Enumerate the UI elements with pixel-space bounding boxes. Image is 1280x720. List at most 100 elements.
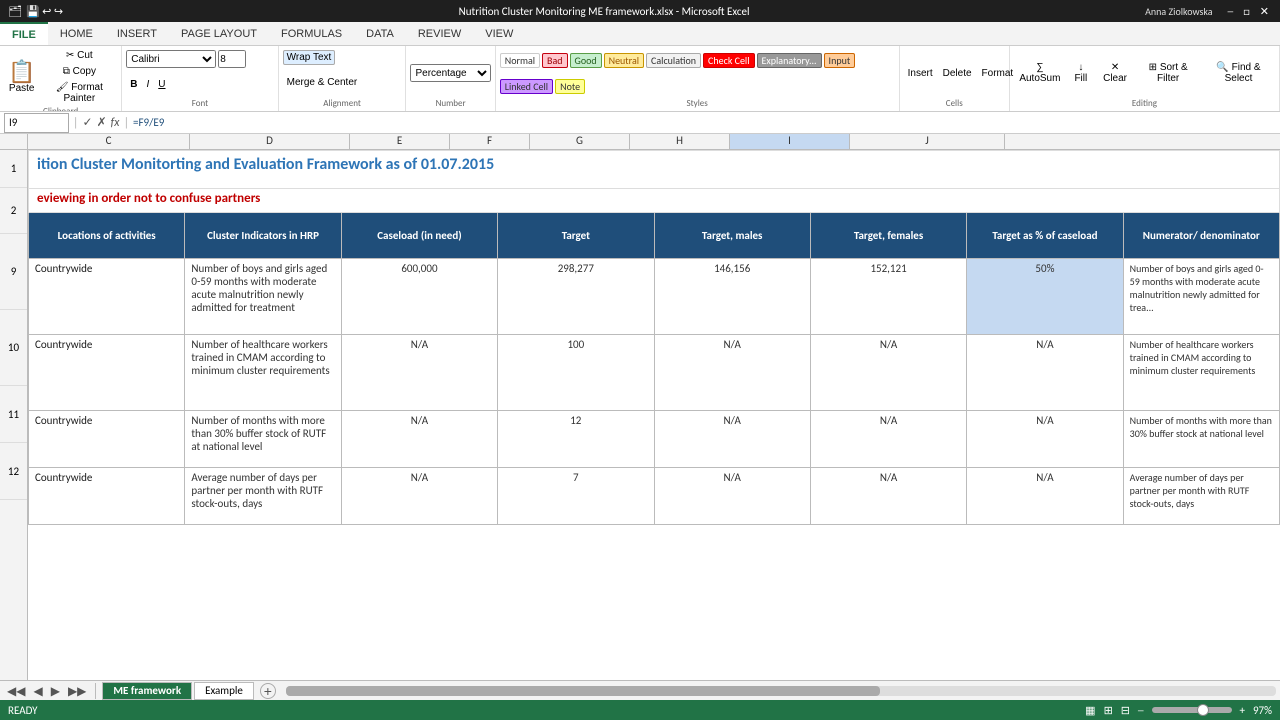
cell-target-3[interactable]: 12 bbox=[498, 411, 654, 468]
style-good[interactable]: Good bbox=[570, 53, 602, 68]
tab-view[interactable]: VIEW bbox=[473, 22, 525, 45]
formula-input[interactable] bbox=[133, 116, 1276, 129]
cell-location-4[interactable]: Countrywide bbox=[29, 468, 185, 525]
col-header-f[interactable]: F bbox=[450, 134, 530, 149]
formula-fx-icon[interactable]: fx bbox=[111, 116, 120, 130]
close-btn[interactable]: ✕ bbox=[1260, 5, 1269, 18]
col-header-d[interactable]: D bbox=[190, 134, 350, 149]
zoom-in-icon[interactable]: + bbox=[1240, 704, 1245, 717]
cell-numerator-2[interactable]: Number of healthcare workers trained in … bbox=[1123, 335, 1279, 411]
bold-button[interactable]: B bbox=[126, 77, 141, 92]
fill-button[interactable]: ↓ Fill bbox=[1068, 60, 1094, 86]
col-header-i[interactable]: I bbox=[730, 134, 850, 149]
cell-indicator-3[interactable]: Number of months with more than 30% buff… bbox=[185, 411, 341, 468]
col-header-e[interactable]: E bbox=[350, 134, 450, 149]
cell-indicator-4[interactable]: Average number of days per partner per m… bbox=[185, 468, 341, 525]
cell-target-males-1[interactable]: 146,156 bbox=[654, 259, 810, 335]
cell-target-females-2[interactable]: N/A bbox=[810, 335, 966, 411]
underline-button[interactable]: U bbox=[154, 77, 169, 92]
sheet-nav-next[interactable]: ▶ bbox=[48, 684, 63, 698]
cell-target-pct-4[interactable]: N/A bbox=[967, 468, 1123, 525]
style-explanatory[interactable]: Explanatory... bbox=[757, 53, 822, 68]
view-layout-icon[interactable]: ⊞ bbox=[1104, 704, 1113, 717]
sheet-nav-prev[interactable]: ◀ bbox=[30, 684, 45, 698]
tab-formulas[interactable]: FORMULAS bbox=[269, 22, 354, 45]
cell-numerator-1[interactable]: Number of boys and girls aged 0-59 month… bbox=[1123, 259, 1279, 335]
style-calculation[interactable]: Calculation bbox=[646, 53, 701, 68]
zoom-out-icon[interactable]: ─ bbox=[1138, 704, 1144, 717]
insert-button[interactable]: Insert bbox=[904, 66, 937, 81]
style-normal[interactable]: Normal bbox=[500, 53, 540, 68]
style-neutral[interactable]: Neutral bbox=[604, 53, 644, 68]
data-row-2[interactable]: Countrywide Number of healthcare workers… bbox=[29, 335, 1280, 411]
data-row-3[interactable]: Countrywide Number of months with more t… bbox=[29, 411, 1280, 468]
cell-location-2[interactable]: Countrywide bbox=[29, 335, 185, 411]
style-check-cell[interactable]: Check Cell bbox=[703, 53, 755, 68]
copy-button[interactable]: ⧉ Copy bbox=[41, 64, 117, 79]
tab-review[interactable]: REVIEW bbox=[406, 22, 473, 45]
format-painter-button[interactable]: 🖌 Format Painter bbox=[41, 80, 117, 106]
sheet-tab-me-framework[interactable]: ME framework bbox=[102, 682, 192, 700]
cell-numerator-3[interactable]: Number of months with more than 30% buff… bbox=[1123, 411, 1279, 468]
italic-button[interactable]: I bbox=[143, 77, 154, 92]
formula-cancel-icon[interactable]: ✗ bbox=[97, 115, 107, 130]
tab-file[interactable]: FILE bbox=[0, 22, 48, 45]
cell-target-males-2[interactable]: N/A bbox=[654, 335, 810, 411]
horizontal-scrollbar[interactable] bbox=[286, 686, 1276, 696]
style-linked-cell[interactable]: Linked Cell bbox=[500, 79, 553, 94]
minimize-btn[interactable]: ─ bbox=[1228, 5, 1234, 18]
merge-center-button[interactable]: Merge & Center bbox=[283, 75, 362, 90]
cell-caseload-3[interactable]: N/A bbox=[341, 411, 497, 468]
cell-caseload-1[interactable]: 600,000 bbox=[341, 259, 497, 335]
cell-target-males-4[interactable]: N/A bbox=[654, 468, 810, 525]
col-header-j[interactable]: J bbox=[850, 134, 1005, 149]
col-header-g[interactable]: G bbox=[530, 134, 630, 149]
data-row-4[interactable]: Countrywide Average number of days per p… bbox=[29, 468, 1280, 525]
style-bad[interactable]: Bad bbox=[542, 53, 567, 68]
col-header-h[interactable]: H bbox=[630, 134, 730, 149]
cell-target-females-4[interactable]: N/A bbox=[810, 468, 966, 525]
cell-location-1[interactable]: Countrywide bbox=[29, 259, 185, 335]
sheet-tab-example[interactable]: Example bbox=[194, 682, 254, 700]
delete-button[interactable]: Delete bbox=[939, 66, 976, 81]
sheet-nav-first[interactable]: ◀◀ bbox=[4, 684, 28, 698]
cell-target-1[interactable]: 298,277 bbox=[498, 259, 654, 335]
zoom-slider[interactable] bbox=[1152, 707, 1232, 713]
cell-target-pct-1[interactable]: 50% bbox=[967, 259, 1123, 335]
number-format-select[interactable]: Percentage bbox=[410, 64, 490, 82]
cell-target-pct-2[interactable]: N/A bbox=[967, 335, 1123, 411]
cell-reference-box[interactable] bbox=[4, 113, 69, 133]
cell-indicator-2[interactable]: Number of healthcare workers trained in … bbox=[185, 335, 341, 411]
cell-target-pct-3[interactable]: N/A bbox=[967, 411, 1123, 468]
autosum-button[interactable]: ∑ AutoSum bbox=[1014, 60, 1066, 86]
cell-target-4[interactable]: 7 bbox=[498, 468, 654, 525]
data-row-1[interactable]: Countrywide Number of boys and girls age… bbox=[29, 259, 1280, 335]
wrap-text-button[interactable]: Wrap Text bbox=[283, 50, 336, 65]
cell-indicator-1[interactable]: Number of boys and girls aged 0-59 month… bbox=[185, 259, 341, 335]
tab-home[interactable]: HOME bbox=[48, 22, 105, 45]
cell-target-females-1[interactable]: 152,121 bbox=[810, 259, 966, 335]
clear-button[interactable]: ✕ Clear bbox=[1096, 60, 1135, 86]
paste-button[interactable]: 📋 Paste bbox=[4, 59, 39, 96]
maximize-btn[interactable]: □ bbox=[1243, 5, 1250, 18]
tab-page-layout[interactable]: PAGE LAYOUT bbox=[169, 22, 269, 45]
cell-target-females-3[interactable]: N/A bbox=[810, 411, 966, 468]
style-note[interactable]: Note bbox=[555, 79, 585, 94]
tab-insert[interactable]: INSERT bbox=[105, 22, 169, 45]
sort-filter-button[interactable]: ⊞ Sort & Filter bbox=[1136, 60, 1200, 86]
cell-caseload-4[interactable]: N/A bbox=[341, 468, 497, 525]
cell-target-males-3[interactable]: N/A bbox=[654, 411, 810, 468]
formula-check-icon[interactable]: ✓ bbox=[83, 115, 93, 130]
sheet-nav-last[interactable]: ▶▶ bbox=[65, 684, 89, 698]
font-name-select[interactable]: Calibri bbox=[126, 50, 216, 68]
view-normal-icon[interactable]: ▦ bbox=[1085, 704, 1095, 717]
cut-button[interactable]: ✂ Cut bbox=[41, 48, 117, 63]
cell-target-2[interactable]: 100 bbox=[498, 335, 654, 411]
cell-location-3[interactable]: Countrywide bbox=[29, 411, 185, 468]
tab-data[interactable]: DATA bbox=[354, 22, 406, 45]
font-size-input[interactable] bbox=[218, 50, 246, 68]
find-select-button[interactable]: 🔍 Find & Select bbox=[1202, 60, 1275, 86]
add-sheet-button[interactable]: + bbox=[260, 683, 276, 699]
cell-numerator-4[interactable]: Average number of days per partner per m… bbox=[1123, 468, 1279, 525]
view-page-break-icon[interactable]: ⊟ bbox=[1121, 704, 1130, 717]
